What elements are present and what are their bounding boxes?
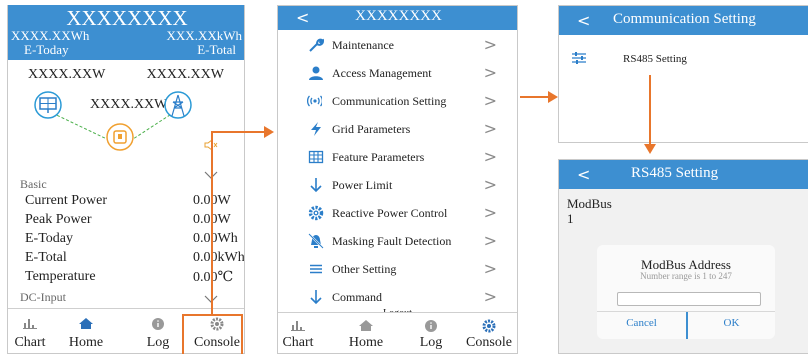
row-value: 0.00Wh xyxy=(193,231,238,246)
menu-item-other-setting[interactable]: Other Setting > xyxy=(278,256,517,284)
tab-console[interactable]: Console xyxy=(459,313,517,353)
menu-item-access-management[interactable]: Access Management > xyxy=(278,60,517,88)
signal-icon xyxy=(306,95,322,107)
home-icon xyxy=(79,318,93,329)
home-screen: XXXXXXXX XXXX.XXWh E-Today XXX.XXkWh E-T… xyxy=(7,5,245,354)
solar-panel-icon xyxy=(34,91,62,119)
e-today-label: E-Today xyxy=(24,42,69,57)
row-label: Current Power xyxy=(25,193,108,208)
tab-chart[interactable]: Chart xyxy=(278,313,328,353)
gear-icon xyxy=(308,205,324,221)
tab-log[interactable]: Log xyxy=(128,309,188,353)
info-icon xyxy=(152,318,164,330)
modbus-label: ModBus xyxy=(567,196,612,211)
back-button[interactable]: < xyxy=(577,11,590,30)
page-title: XXXXXXXX xyxy=(355,8,442,24)
rs485-setting-screen: < RS485 Setting ModBus 1 ModBus Address … xyxy=(558,159,808,354)
menu-item-masking-fault-detection[interactable]: Masking Fault Detection > xyxy=(278,228,517,256)
row-label: E-Total xyxy=(25,250,67,265)
arrow-down-icon xyxy=(310,290,322,305)
home-header: XXXXXXXX XXXX.XXWh E-Today XXX.XXkWh E-T… xyxy=(8,5,244,60)
console-highlight-box xyxy=(182,314,243,354)
bottom-tab-bar: Chart Home Log Console xyxy=(278,312,517,353)
modbus-value: 1 xyxy=(567,211,574,226)
row-label: E-Today xyxy=(25,231,74,246)
flow-arrow-line xyxy=(211,131,213,314)
tab-log[interactable]: Log xyxy=(401,313,461,353)
ok-button[interactable]: OK xyxy=(688,317,775,329)
wrench-icon xyxy=(309,38,324,52)
arrow-head-icon xyxy=(644,144,656,154)
pv-power-value: XXXX.XXW xyxy=(28,67,106,82)
row-value: 0.00℃ xyxy=(193,270,234,285)
console-screen: < XXXXXXXX Maintenance > Access Manageme… xyxy=(277,5,518,354)
grid-power-value: XXXX.XXW xyxy=(146,67,224,82)
flow-arrow-line xyxy=(520,96,550,98)
inverter-icon xyxy=(106,123,134,151)
bar-chart-icon xyxy=(23,319,37,329)
menu-item-power-limit[interactable]: Power Limit > xyxy=(278,172,517,200)
flow-arrow-line xyxy=(211,131,267,133)
modbus-address-dialog: ModBus Address Number range is 1 to 247 … xyxy=(597,245,775,339)
dialog-hint: Number range is 1 to 247 xyxy=(640,271,732,281)
modbus-address-input[interactable] xyxy=(617,292,761,306)
rs485-header: < RS485 Setting xyxy=(559,160,808,189)
arrow-head-icon xyxy=(548,91,558,103)
page-title: Communication Setting xyxy=(613,11,756,27)
grid-tower-icon xyxy=(164,91,192,119)
lightning-icon xyxy=(311,122,321,136)
menu-item-grid-parameters[interactable]: Grid Parameters > xyxy=(278,116,517,144)
communication-setting-screen: < Communication Setting RS485 Setting xyxy=(558,5,808,143)
arrow-head-icon xyxy=(264,126,274,138)
e-total-label: E-Total xyxy=(197,42,236,57)
row-label: Peak Power xyxy=(25,212,92,227)
menu-item-maintenance[interactable]: Maintenance > xyxy=(278,32,517,60)
row-value: 0.00kWh xyxy=(193,250,245,265)
menu-item-communication-setting[interactable]: Communication Setting > xyxy=(278,88,517,116)
bell-off-icon xyxy=(308,233,324,249)
grid-table-icon xyxy=(308,150,324,164)
info-icon xyxy=(425,320,437,332)
basic-section-label: Basic xyxy=(20,177,47,191)
bar-chart-icon xyxy=(291,321,305,331)
tab-chart[interactable]: Chart xyxy=(8,309,60,353)
sliders-icon xyxy=(572,52,586,64)
rs485-setting-item[interactable]: RS485 Setting xyxy=(559,46,808,70)
page-title: RS485 Setting xyxy=(631,165,719,181)
flow-arrow-line xyxy=(649,75,651,147)
row-label: Temperature xyxy=(25,269,96,284)
back-button[interactable]: < xyxy=(577,165,590,184)
modbus-field[interactable]: ModBus 1 xyxy=(559,192,808,230)
dc-input-section[interactable]: DC-Input xyxy=(20,290,66,305)
tab-home[interactable]: Home xyxy=(336,313,396,353)
gear-icon xyxy=(482,319,496,333)
home-icon xyxy=(359,320,373,331)
menu-item-feature-parameters[interactable]: Feature Parameters > xyxy=(278,144,517,172)
menu-lines-icon xyxy=(310,264,322,274)
console-header: < XXXXXXXX xyxy=(278,6,517,30)
cancel-button[interactable]: Cancel xyxy=(597,317,686,329)
user-icon xyxy=(309,66,323,80)
arrow-down-icon xyxy=(310,178,322,193)
tab-home[interactable]: Home xyxy=(56,309,116,353)
communication-header: < Communication Setting xyxy=(559,6,808,35)
menu-item-reactive-power-control[interactable]: Reactive Power Control > xyxy=(278,200,517,228)
